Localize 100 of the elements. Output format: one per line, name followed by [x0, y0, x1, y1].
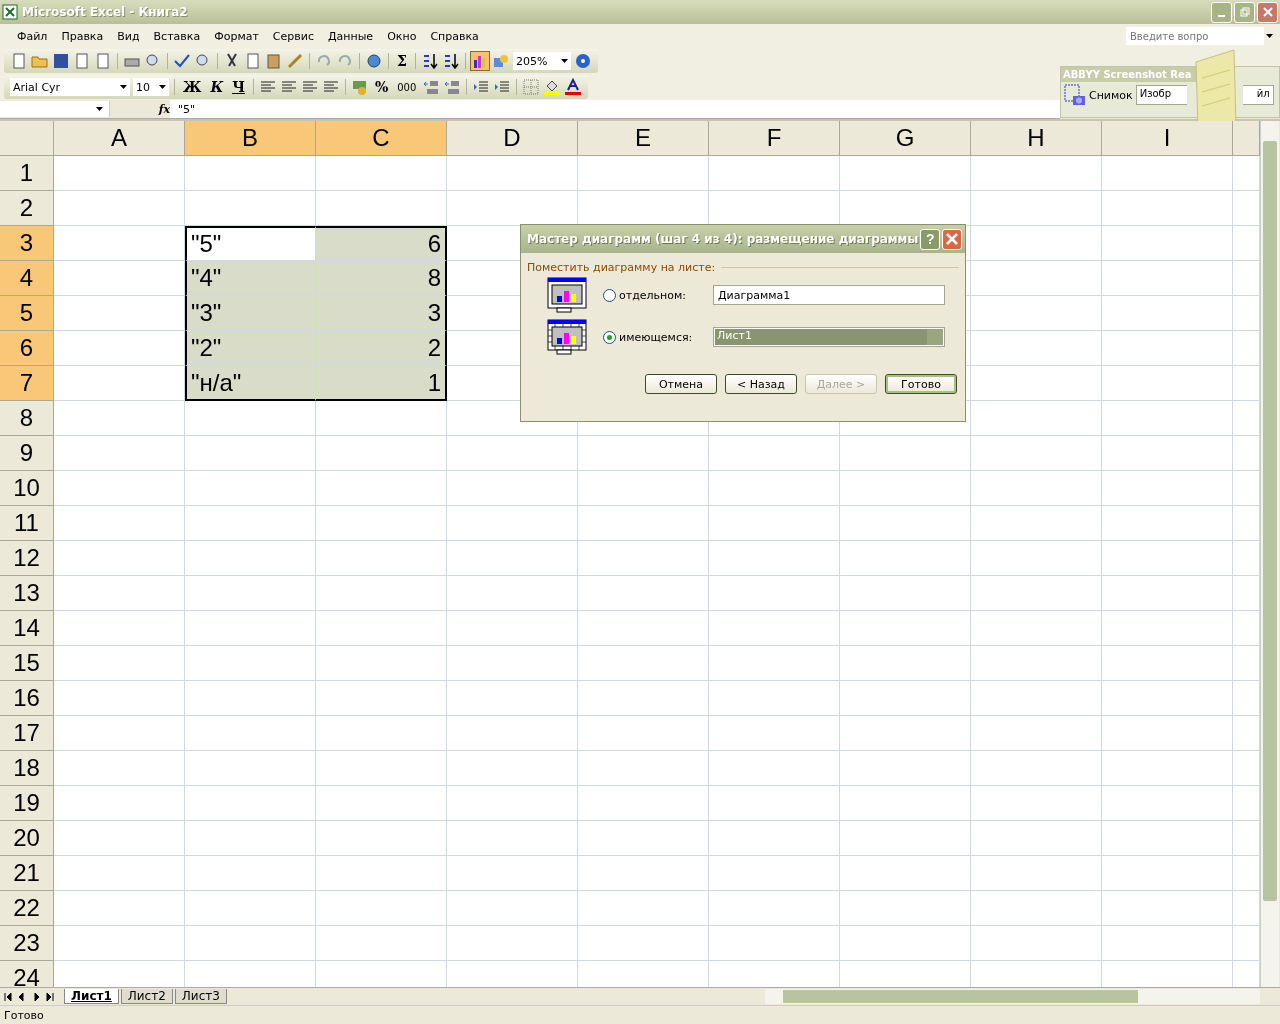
name-field[interactable]: Диаграмма1 — [713, 285, 945, 305]
column-header[interactable]: A — [54, 121, 185, 156]
camera-icon[interactable] — [1064, 84, 1086, 106]
row-header[interactable]: 18 — [0, 751, 54, 786]
sheet-tab[interactable]: Лист3 — [174, 989, 227, 1004]
row-header[interactable]: 4 — [0, 261, 54, 296]
table-cell — [1233, 856, 1260, 891]
shapes-icon[interactable] — [491, 52, 510, 70]
row-header[interactable]: 1 — [0, 156, 54, 191]
spellcheck-icon[interactable] — [173, 52, 191, 70]
menu-item[interactable]: Сервис — [265, 29, 321, 43]
select-all-corner[interactable] — [0, 121, 54, 156]
zoom-dropdown[interactable]: 205% — [512, 52, 571, 70]
column-header[interactable]: G — [840, 121, 971, 156]
menu-item[interactable]: Справка — [423, 29, 486, 43]
row-header[interactable]: 6 — [0, 331, 54, 366]
column-header[interactable]: E — [578, 121, 709, 156]
group-label: Поместить диаграмму на листе: — [527, 261, 716, 274]
paste-icon[interactable] — [265, 52, 283, 70]
dialog-button[interactable]: < Назад — [725, 374, 797, 394]
horizontal-scrollbar[interactable] — [765, 989, 1260, 1004]
column-header[interactable]: B — [185, 121, 316, 156]
embedded-chart-icon — [547, 319, 587, 355]
menu-item[interactable]: Вставка — [146, 29, 208, 43]
column-header[interactable]: F — [709, 121, 840, 156]
row-header[interactable]: 22 — [0, 891, 54, 926]
row-header[interactable]: 2 — [0, 191, 54, 226]
caret-icon — [96, 107, 103, 111]
table-cell: "5" — [185, 226, 316, 261]
help-search-field[interactable]: Введите вопро — [1126, 27, 1264, 45]
menu-item[interactable]: Правка — [54, 29, 111, 43]
row-header[interactable]: 5 — [0, 296, 54, 331]
restore-button[interactable] — [1234, 1, 1255, 23]
currency-icon[interactable] — [350, 78, 369, 96]
column-header[interactable] — [1233, 121, 1260, 156]
close-button[interactable] — [942, 228, 962, 250]
column-header[interactable]: I — [1102, 121, 1233, 156]
help-icon[interactable] — [573, 52, 592, 70]
row-header[interactable]: 14 — [0, 611, 54, 646]
decrease-decimal-icon[interactable] — [443, 78, 462, 96]
row-header[interactable]: 7 — [0, 366, 54, 401]
row-header[interactable]: 3 — [0, 226, 54, 261]
table-cell — [1233, 156, 1260, 191]
row-header[interactable]: 23 — [0, 926, 54, 961]
autosum-button[interactable]: Σ — [394, 53, 410, 69]
font-color-icon[interactable] — [564, 78, 583, 96]
document-icon[interactable] — [10, 52, 28, 70]
dialog-button[interactable]: Отмена — [645, 374, 717, 394]
formula-field[interactable]: "5" — [170, 100, 1060, 118]
column-header[interactable]: C — [316, 121, 447, 156]
sheet-tab[interactable]: Лист1 — [64, 989, 119, 1004]
dialog-button[interactable]: Готово — [885, 374, 957, 394]
column-header[interactable]: H — [971, 121, 1102, 156]
bold-button[interactable]: Ж — [180, 79, 205, 95]
row-header[interactable]: 12 — [0, 541, 54, 576]
row-header[interactable]: 19 — [0, 786, 54, 821]
menu-item[interactable]: Окно — [380, 29, 424, 43]
output-field[interactable]: Изобр — [1135, 85, 1187, 105]
row-header[interactable]: 17 — [0, 716, 54, 751]
close-button[interactable] — [1257, 1, 1278, 23]
menu-item[interactable]: Файл — [10, 29, 55, 43]
table-cell — [1233, 786, 1260, 821]
italic-button[interactable]: К — [207, 79, 227, 95]
table-cell — [1233, 506, 1260, 541]
window-title: Microsoft Excel - Книга2 — [22, 5, 188, 19]
globe-icon[interactable] — [365, 52, 383, 70]
menu-item[interactable]: Вид — [110, 29, 147, 43]
radio-button[interactable] — [603, 330, 616, 344]
option-label[interactable]: отдельном: — [619, 288, 713, 302]
option-label[interactable]: имеющемся: — [619, 330, 713, 344]
underline-button[interactable]: Ч — [229, 79, 248, 95]
row-header[interactable]: 8 — [0, 401, 54, 436]
font-dropdown[interactable]: Arial Cyr — [10, 78, 130, 96]
row-header[interactable]: 11 — [0, 506, 54, 541]
increase-decimal-icon[interactable] — [422, 78, 441, 96]
row-header[interactable]: 9 — [0, 436, 54, 471]
bar-chart-icon[interactable] — [470, 52, 489, 70]
menu-item[interactable]: Данные — [320, 29, 381, 43]
row-header[interactable]: 10 — [0, 471, 54, 506]
brush-icon[interactable] — [286, 52, 304, 70]
row-header[interactable]: 15 — [0, 646, 54, 681]
row-header[interactable]: 16 — [0, 681, 54, 716]
save-icon[interactable] — [52, 52, 70, 70]
sheet-tab[interactable]: Лист2 — [120, 989, 173, 1004]
minimize-button[interactable] — [1211, 1, 1232, 23]
output-field[interactable]: йл — [1242, 85, 1274, 105]
email-icon[interactable] — [94, 52, 112, 70]
row-header[interactable]: 20 — [0, 821, 54, 856]
thousands-button[interactable]: 000 — [394, 81, 420, 93]
radio-button[interactable] — [603, 288, 616, 302]
vertical-scrollbar[interactable] — [1260, 121, 1279, 987]
permission-icon[interactable] — [73, 52, 91, 70]
column-header[interactable]: D — [447, 121, 578, 156]
fill-color-icon[interactable] — [543, 78, 562, 96]
percent-button[interactable]: % — [371, 79, 392, 95]
font-size-dropdown[interactable]: 10 — [133, 78, 169, 96]
table-cell: "3" — [185, 296, 316, 331]
row-header[interactable]: 21 — [0, 856, 54, 891]
row-header[interactable]: 13 — [0, 576, 54, 611]
menu-item[interactable]: Формат — [207, 29, 266, 43]
